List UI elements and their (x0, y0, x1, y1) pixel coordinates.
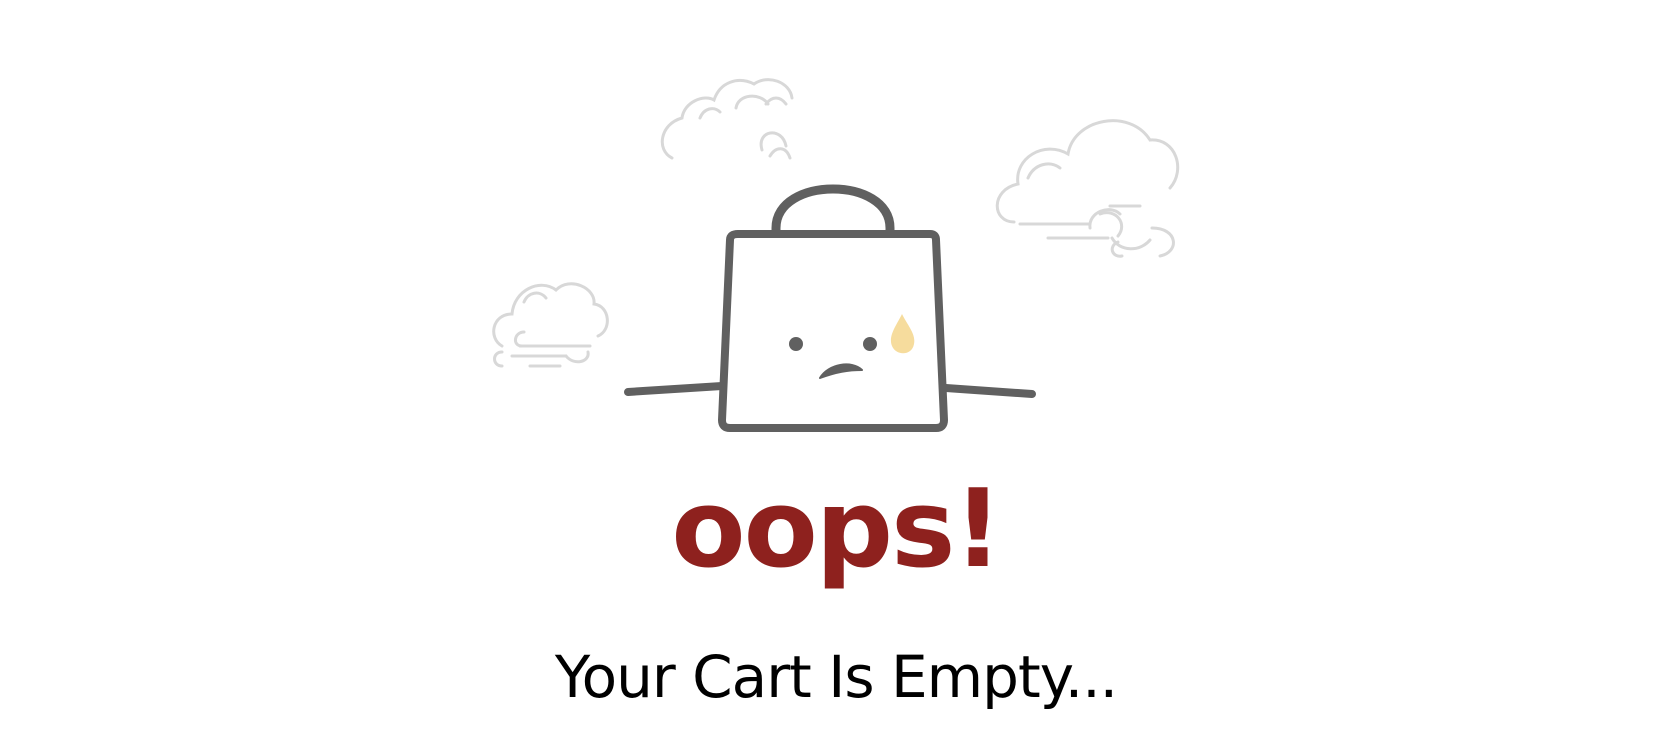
empty-cart-message: Your Cart Is Empty... (554, 643, 1118, 711)
empty-cart-title: oops! (671, 467, 1002, 592)
bag-left-arm (624, 382, 726, 396)
empty-cart-container: oops! Your Cart Is Empty... (0, 0, 1672, 756)
cloud-icon (660, 78, 794, 160)
bag-right-eye (863, 337, 877, 351)
bag-right-arm (942, 384, 1036, 398)
bag-left-eye (789, 337, 803, 351)
shopping-bag-icon (624, 184, 1036, 432)
cloud-icon (492, 282, 609, 368)
cloud-icon (995, 119, 1180, 258)
